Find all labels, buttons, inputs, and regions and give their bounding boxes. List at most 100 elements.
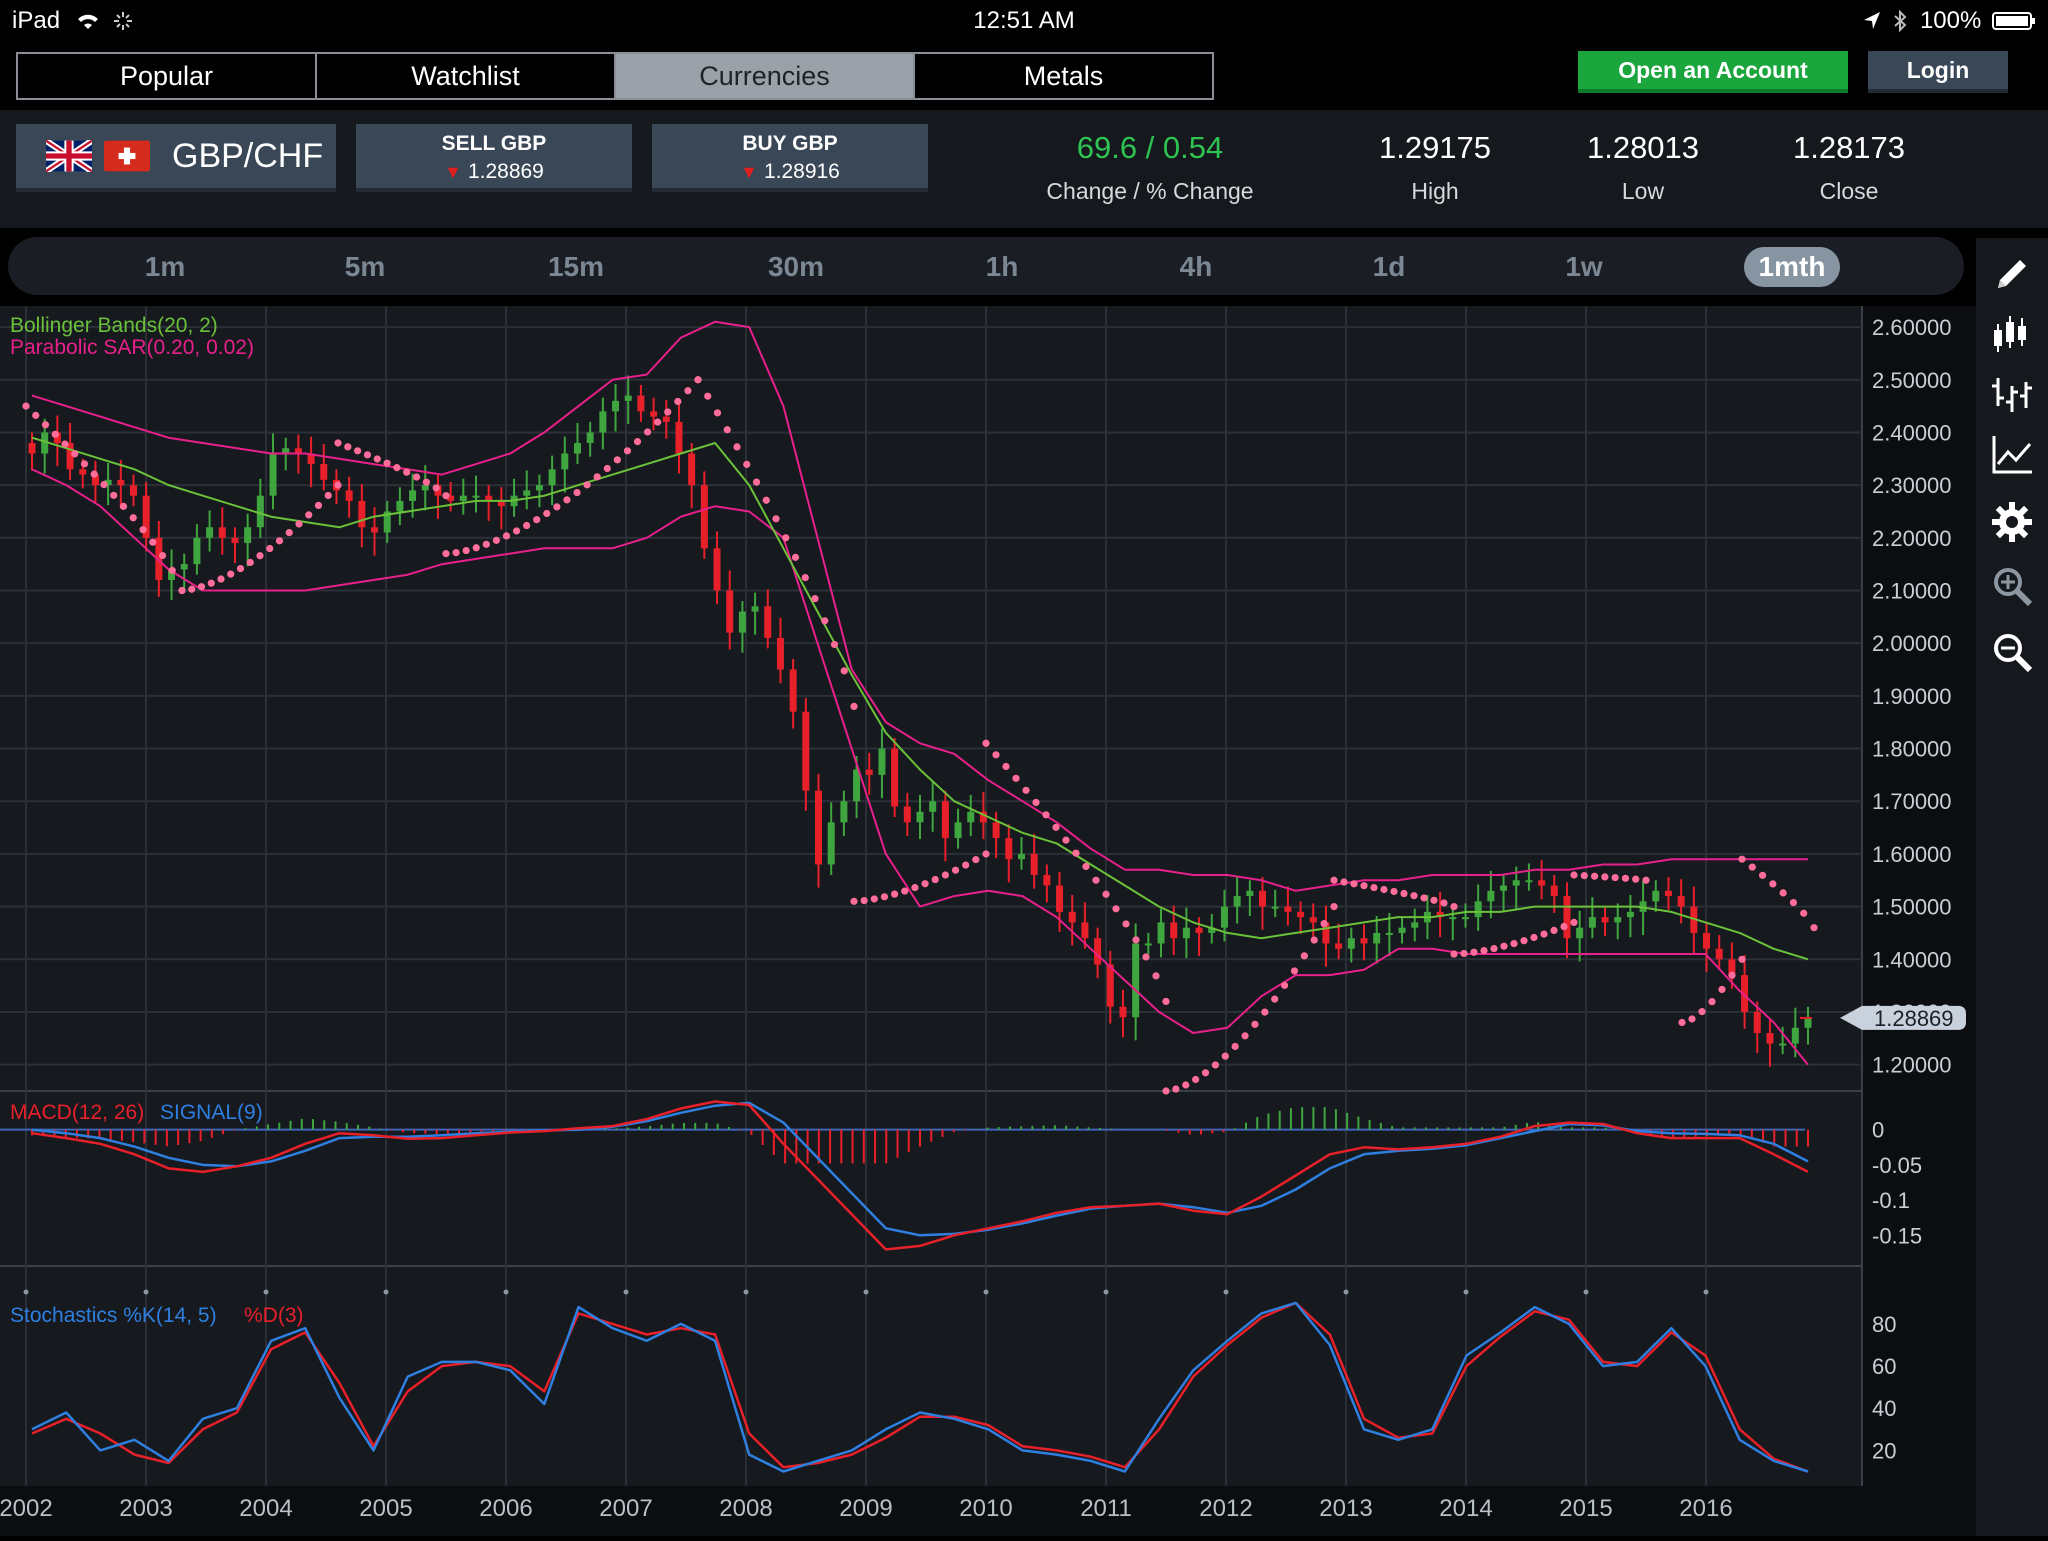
stoch-tick-label: 60 — [1872, 1354, 1896, 1379]
candle-body — [1068, 911, 1076, 923]
sar-dot — [573, 488, 581, 497]
sar-dot — [1280, 981, 1289, 989]
x-tick-label: 2007 — [599, 1495, 652, 1522]
candle-body — [738, 611, 746, 633]
zoom-out-icon[interactable] — [1990, 630, 2034, 674]
candle-body — [1017, 853, 1025, 860]
sar-dot — [1560, 922, 1568, 931]
pencil-icon[interactable] — [1990, 252, 2034, 296]
candle-body — [320, 464, 328, 480]
battery-icon — [1992, 12, 2035, 30]
sar-dot — [664, 408, 672, 416]
sar-dot — [684, 387, 692, 395]
candle-body — [929, 801, 937, 812]
zoom-in-icon[interactable] — [1990, 564, 2034, 608]
settings-gear-icon[interactable] — [1990, 500, 2034, 544]
sar-dot — [1738, 855, 1746, 863]
open-account-button[interactable]: Open an Account — [1578, 51, 1848, 93]
timeframe-5m[interactable]: 5m — [310, 247, 420, 287]
timeframe-30m[interactable]: 30m — [741, 247, 851, 287]
sell-button[interactable]: SELL GBP ▼ 1.28869 — [356, 124, 632, 192]
pair-selector[interactable]: GBP/CHF — [16, 124, 336, 192]
x-tick-label: 2009 — [839, 1495, 892, 1522]
candle-body — [941, 801, 949, 839]
line-chart-icon[interactable] — [1990, 432, 2034, 476]
candle-body — [1411, 922, 1419, 928]
sar-dot — [373, 455, 381, 463]
sar-dot — [1580, 872, 1588, 880]
sar-dot — [1290, 967, 1299, 975]
candle-body — [1550, 885, 1558, 897]
sar-dot — [149, 538, 157, 546]
candle-body — [1791, 1027, 1799, 1044]
timeframe-1d[interactable]: 1d — [1334, 247, 1444, 287]
timeframe-4h[interactable]: 4h — [1141, 247, 1251, 287]
sar-dot — [613, 456, 621, 464]
sar-dot — [90, 470, 98, 478]
candle-body — [1525, 880, 1533, 883]
timeframe-1mth[interactable]: 1mth — [1744, 247, 1840, 287]
sar-dot — [1698, 1008, 1706, 1016]
sar-dot — [791, 553, 800, 561]
candle-body — [28, 442, 36, 454]
candle-body — [1259, 890, 1267, 907]
timeframe-15m[interactable]: 15m — [521, 247, 631, 287]
sar-dot — [644, 428, 652, 436]
candle-body — [1030, 853, 1038, 875]
sar-dot — [1142, 953, 1150, 961]
tab-watchlist[interactable]: Watchlist — [317, 54, 616, 98]
tab-currencies[interactable]: Currencies — [616, 54, 915, 98]
sar-dot — [1211, 1061, 1220, 1069]
price-chart[interactable]: 2002 2003 2004 2005 2006 2007 2008 2009 2010 2011… — [0, 306, 2048, 1536]
sar-dot — [860, 896, 868, 905]
sar-dot — [314, 501, 323, 509]
sar-dot — [334, 439, 342, 447]
candle-body — [916, 811, 924, 823]
sar-dot — [236, 564, 245, 573]
x-tick-label: 2012 — [1199, 1495, 1252, 1522]
sar-dot — [207, 579, 215, 587]
candle-body — [1538, 880, 1546, 886]
legend-signal: SIGNAL(9) — [160, 1101, 263, 1124]
candle-body — [1753, 1011, 1761, 1034]
candle-body — [751, 606, 759, 612]
candle-body — [1563, 896, 1571, 939]
candle-body — [1487, 890, 1495, 902]
candle-body — [954, 822, 962, 839]
sar-dot — [880, 893, 889, 901]
high-label: High — [1411, 178, 1459, 204]
sell-price: 1.28869 — [467, 160, 544, 183]
buy-button[interactable]: BUY GBP ▼ 1.28916 — [652, 124, 928, 192]
sar-dot — [412, 473, 421, 481]
candle-body — [1132, 943, 1140, 1018]
scroll-dot — [1463, 1289, 1469, 1295]
candle-body — [1461, 917, 1469, 920]
sar-dot — [1480, 946, 1488, 955]
ohlc-bars-icon[interactable] — [1990, 372, 2034, 416]
chart-canvas[interactable]: 2002 2003 2004 2005 2006 2007 2008 2009 2010 2011… — [0, 306, 1976, 1536]
candle-body — [1766, 1033, 1774, 1044]
sar-dot — [733, 443, 741, 451]
scroll-dot — [1103, 1289, 1109, 1295]
sar-dot — [811, 595, 819, 603]
candle-body — [1373, 932, 1381, 944]
login-button[interactable]: Login — [1868, 51, 2008, 93]
timeframe-1w[interactable]: 1w — [1529, 247, 1639, 287]
candle-body — [1500, 885, 1508, 891]
candle-body — [662, 416, 670, 422]
sar-dot — [442, 492, 450, 500]
candlestick-icon[interactable] — [1990, 312, 2034, 356]
candle-body — [256, 495, 264, 528]
sar-dot — [1350, 880, 1358, 888]
sar-dot — [1758, 871, 1767, 879]
sar-dot — [1241, 1032, 1249, 1040]
timeframe-1m[interactable]: 1m — [110, 247, 220, 287]
tab-popular[interactable]: Popular — [18, 54, 317, 98]
tab-metals[interactable]: Metals — [915, 54, 1212, 98]
candle-body — [1664, 890, 1672, 897]
timeframe-1h[interactable]: 1h — [947, 247, 1057, 287]
low-stat: 1.28013 Low — [1578, 130, 1708, 205]
candle-body — [637, 395, 645, 412]
macd-tick-label: -0.05 — [1872, 1153, 1922, 1178]
sar-dot — [1122, 920, 1130, 928]
